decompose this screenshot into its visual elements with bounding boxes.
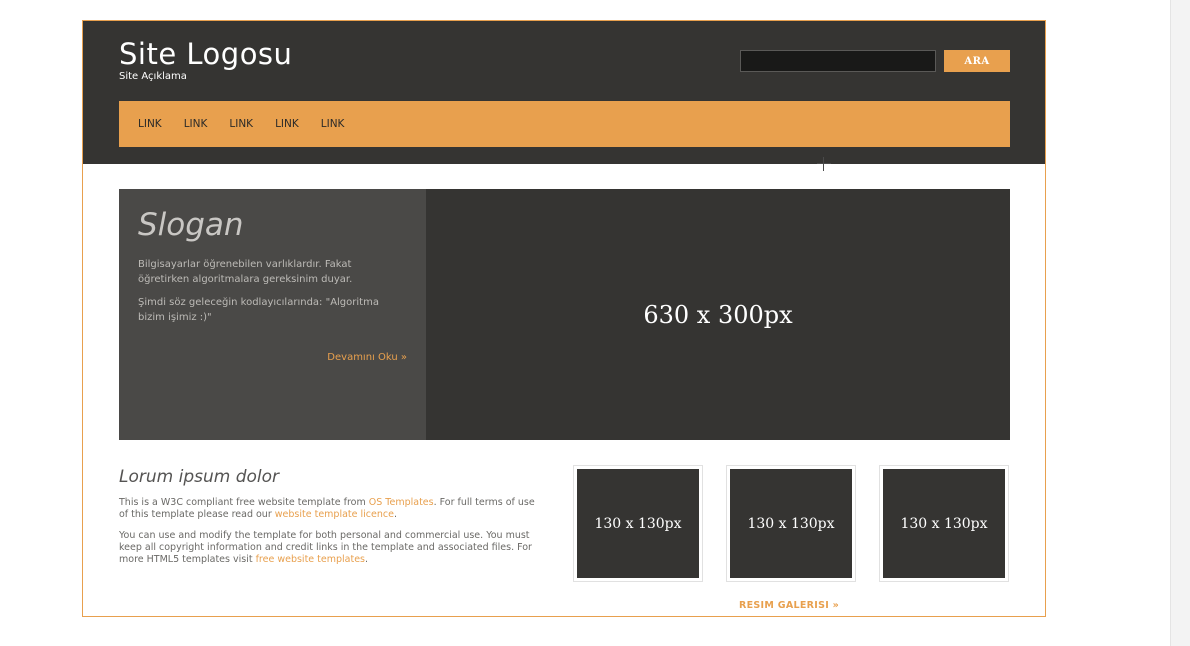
slogan-paragraph: Bilgisayarlar öğrenebilen varlıklardır. …	[138, 259, 353, 285]
vertical-scrollbar[interactable]	[1170, 0, 1190, 646]
free-templates-link[interactable]: free website templates	[256, 554, 365, 565]
thumbnail-placeholder: 130 x 130px	[577, 469, 699, 578]
nav-link-5[interactable]: LINK	[321, 118, 345, 130]
intro-paragraph: You can use and modify the template for …	[119, 530, 539, 566]
slogan-panel: Slogan Bilgisayarlar öğrenebilen varlıkl…	[119, 189, 426, 440]
nav-link-4[interactable]: LINK	[275, 118, 299, 130]
intro-text: .	[393, 509, 397, 520]
gallery-link[interactable]: RESIM GALERISI »	[739, 600, 839, 611]
intro-paragraph: This is a W3C compliant free website tem…	[119, 497, 539, 521]
crosshair-cursor-icon	[817, 157, 831, 171]
nav-link-2[interactable]: LINK	[184, 118, 208, 130]
search-button[interactable]: ARA	[944, 50, 1010, 72]
main-nav: LINK LINK LINK LINK LINK	[119, 101, 1010, 147]
thumbnail-placeholder: 130 x 130px	[730, 469, 852, 578]
os-templates-link[interactable]: OS Templates	[369, 497, 434, 508]
gallery-thumbnail[interactable]: 130 x 130px	[879, 465, 1009, 582]
site-header: Site Logosu Site Açıklama ARA LINK LINK …	[83, 21, 1045, 164]
gallery-thumbnail[interactable]: 130 x 130px	[573, 465, 703, 582]
nav-link-1[interactable]: LINK	[138, 118, 162, 130]
intro-text: This is a W3C compliant free website tem…	[119, 497, 369, 508]
page-container: Site Logosu Site Açıklama ARA LINK LINK …	[82, 20, 1046, 617]
gallery-thumbnail[interactable]: 130 x 130px	[726, 465, 856, 582]
intro-heading: Lorum ipsum dolor	[119, 467, 280, 487]
search-input[interactable]	[740, 50, 936, 72]
read-more-link[interactable]: Devamını Oku »	[327, 352, 407, 363]
licence-link[interactable]: website template licence	[275, 509, 394, 520]
site-description: Site Açıklama	[119, 71, 187, 82]
slogan-paragraph: Şimdi söz geleceğin kodlayıcılarında: "A…	[138, 297, 379, 323]
slogan-title: Slogan	[138, 207, 244, 243]
nav-link-3[interactable]: LINK	[229, 118, 253, 130]
featured-section: Slogan Bilgisayarlar öğrenebilen varlıkl…	[119, 189, 1010, 440]
intro-text: .	[365, 554, 369, 565]
intro-section: Lorum ipsum dolor This is a W3C complian…	[119, 467, 539, 575]
site-logo[interactable]: Site Logosu	[119, 37, 292, 71]
thumbnail-placeholder: 130 x 130px	[883, 469, 1005, 578]
hero-image-placeholder: 630 x 300px	[643, 300, 793, 329]
